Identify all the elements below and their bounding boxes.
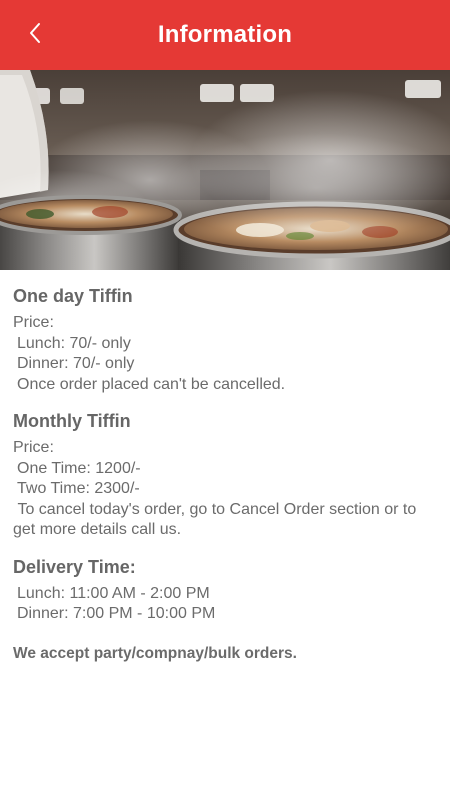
bulk-orders-note: We accept party/compnay/bulk orders. (13, 644, 297, 662)
monthly-price-label: Price: (13, 439, 54, 456)
one-day-tiffin-section: One day Tiffin Price: Lunch: 70/- only D… (13, 284, 438, 395)
delivery-time-title: Delivery Time: (13, 556, 136, 577)
info-content: One day Tiffin Price: Lunch: 70/- only D… (0, 270, 450, 663)
back-button[interactable] (20, 20, 50, 50)
monthly-cancel-note-text: To cancel today's order, go to Cancel Or… (13, 500, 421, 539)
one-day-dinner-price: Dinner: 70/- only (17, 355, 135, 372)
delivery-time-section: Delivery Time: Lunch: 11:00 AM - 2:00 PM… (13, 555, 438, 625)
monthly-cancel-note: To cancel today's order, go to Cancel Or… (13, 500, 438, 541)
one-day-tiffin-title: One day Tiffin (13, 286, 133, 306)
monthly-tiffin-section: Monthly Tiffin Price: One Time: 1200/- T… (13, 409, 438, 541)
information-screen: Information One day Tiffin Price: Lunch:… (0, 0, 450, 800)
page-title: Information (157, 21, 293, 48)
monthly-one-time-price: One Time: 1200/- (17, 459, 141, 477)
one-day-lunch-price: Lunch: 70/- only (17, 334, 131, 352)
top-app-bar: Information (0, 0, 450, 70)
delivery-lunch-time: Lunch: 11:00 AM - 2:00 PM (17, 584, 210, 602)
hero-image (0, 70, 450, 270)
monthly-tiffin-title: Monthly Tiffin (13, 411, 131, 431)
monthly-two-time-price: Two Time: 2300/- (17, 480, 140, 497)
one-day-cancellation-note: Once order placed can't be cancelled. (17, 375, 286, 393)
chevron-left-icon (28, 22, 42, 49)
one-day-price-label: Price: (13, 314, 54, 331)
delivery-dinner-time: Dinner: 7:00 PM - 10:00 PM (17, 605, 216, 622)
